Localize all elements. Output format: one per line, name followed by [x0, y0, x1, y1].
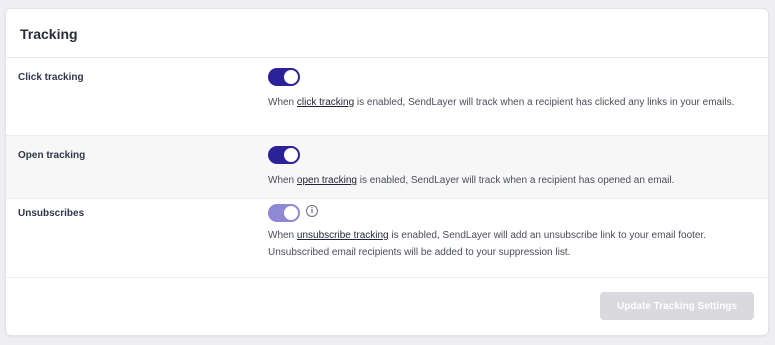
open-tracking-label: Open tracking — [18, 150, 86, 161]
click-tracking-row: Click tracking When click tracking is en… — [6, 58, 768, 136]
click-tracking-link[interactable]: click tracking — [297, 97, 354, 108]
open-tracking-description: When open tracking is enabled, SendLayer… — [268, 172, 758, 189]
info-icon[interactable]: i — [306, 205, 318, 217]
open-tracking-toggle[interactable] — [268, 146, 300, 164]
click-tracking-label: Click tracking — [18, 72, 84, 83]
tracking-settings-card: Tracking Click tracking When click track… — [5, 8, 769, 336]
toggle-knob — [284, 148, 298, 162]
desc-prefix: When — [268, 175, 297, 186]
open-tracking-row: Open tracking When open tracking is enab… — [6, 136, 768, 199]
open-tracking-link[interactable]: open tracking — [297, 175, 357, 186]
card-footer: Update Tracking Settings — [6, 278, 768, 335]
desc-prefix: When — [268, 97, 297, 108]
card-header: Tracking — [6, 9, 768, 58]
update-tracking-settings-button[interactable]: Update Tracking Settings — [600, 292, 754, 320]
click-tracking-toggle[interactable] — [268, 68, 300, 86]
unsubscribe-tracking-link[interactable]: unsubscribe tracking — [297, 230, 389, 241]
toggle-knob — [284, 70, 298, 84]
unsubscribes-label: Unsubscribes — [18, 208, 85, 219]
toggle-knob — [284, 206, 298, 220]
card-title: Tracking — [20, 26, 78, 42]
desc-suffix: is enabled, SendLayer will track when a … — [356, 175, 675, 186]
desc-suffix: is enabled, SendLayer will track when a … — [354, 97, 735, 108]
desc-prefix: When — [268, 230, 297, 241]
unsubscribes-toggle[interactable] — [268, 204, 300, 222]
click-tracking-description: When click tracking is enabled, SendLaye… — [268, 94, 758, 111]
unsubscribes-row: Unsubscribes i When unsubscribe tracking… — [6, 199, 768, 278]
unsubscribes-description: When unsubscribe tracking is enabled, Se… — [268, 227, 758, 261]
